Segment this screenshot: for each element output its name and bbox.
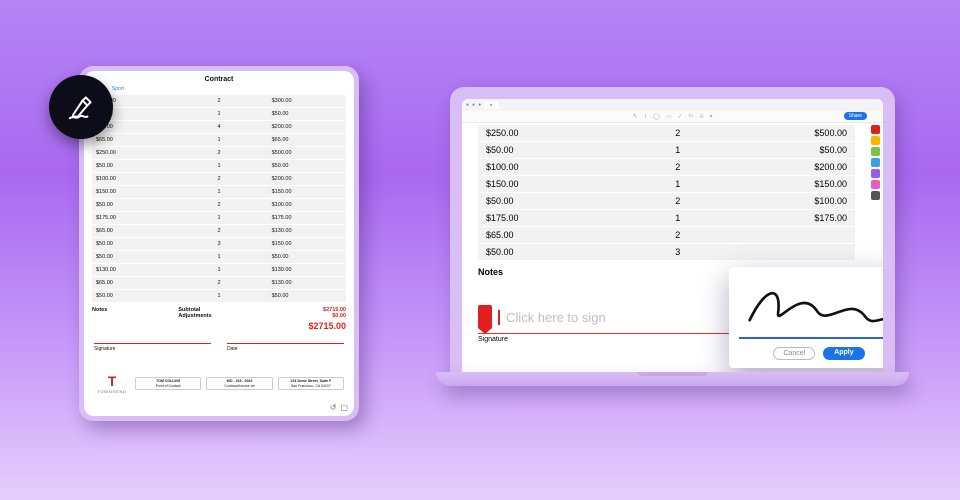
tool-icon[interactable]: A	[699, 114, 703, 120]
table-row: $50.001$50.00	[92, 251, 346, 263]
color-swatch[interactable]	[871, 191, 880, 200]
table-row: $50.003$150.00	[92, 238, 346, 250]
brand-logo: T TOWNSEND	[94, 373, 130, 394]
browser-tab-bar: ●●● ▸	[462, 99, 883, 111]
adjustments-value: $0.00	[332, 313, 346, 319]
contact-chip: TOM COLLINSPoint of Contact	[135, 377, 201, 390]
color-swatch[interactable]	[871, 180, 880, 189]
table-row: $100.002$200.00	[478, 159, 855, 175]
adjustments-label: Adjustments	[178, 313, 211, 319]
table-row: $65.002$130.00	[92, 277, 346, 289]
color-swatch[interactable]	[871, 136, 880, 145]
tool-icon[interactable]: T	[644, 114, 648, 120]
pdf-toolbar: ✎ T ◯ ▭ ✓ ⎌ A ▾	[462, 111, 883, 123]
table-row: $175.001$175.00	[92, 212, 346, 224]
tool-icon[interactable]: ▭	[666, 113, 672, 120]
table-row: $150.001$150.00	[92, 186, 346, 198]
browser-tab[interactable]: ▸	[484, 101, 499, 109]
tab-sport[interactable]: Sport	[112, 86, 124, 92]
share-button[interactable]: Share	[844, 112, 867, 120]
table-row: $130.001$130.00	[92, 264, 346, 276]
line-items-table: $150.002$300.00$50.001$50.00$50.004$200.…	[84, 95, 354, 302]
signature-feature-badge	[49, 75, 113, 139]
document-icon[interactable]: ▢	[340, 403, 348, 412]
color-swatch[interactable]	[871, 147, 880, 156]
table-row: $100.002$200.00	[92, 173, 346, 185]
tablet-device: ‹ Contract Home Sport $150.002$300.00$50…	[79, 66, 359, 421]
pen-signature-icon	[65, 91, 97, 123]
signature-canvas[interactable]	[739, 275, 883, 339]
history-icon[interactable]: ↺	[330, 403, 337, 412]
table-row: $150.002$300.00	[92, 95, 346, 107]
date-label: Date	[227, 346, 344, 352]
table-row: $50.001$50.00	[478, 142, 855, 158]
color-palette	[869, 125, 881, 200]
adobe-sign-badge-icon	[478, 305, 492, 329]
table-row: $50.002$100.00	[92, 199, 346, 211]
table-row: $175.001$175.00	[478, 210, 855, 226]
table-row: $65.002	[478, 227, 855, 243]
tablet-tabs: Home Sport	[84, 85, 354, 95]
table-row: $65.001$65.00	[92, 134, 346, 146]
apply-button[interactable]: Apply	[823, 347, 864, 360]
total-value: $2715.00	[84, 319, 354, 337]
color-swatch[interactable]	[871, 158, 880, 167]
signature-label: Signature	[94, 346, 211, 352]
table-row: $250.002$500.00	[92, 147, 346, 159]
sign-here-field[interactable]: Click here to sign	[498, 310, 606, 325]
address-chip: 123 Some Street, Suite FSan Francisco, C…	[278, 377, 344, 390]
signature-popup: Cancel Apply	[729, 267, 883, 368]
tool-icon[interactable]: ▾	[709, 113, 712, 120]
table-row: $50.004$200.00	[92, 121, 346, 133]
laptop-screen: ●●● ▸ ✎ T ◯ ▭ ✓ ⎌ A ▾ Share $250.002$500…	[462, 99, 883, 372]
cancel-button[interactable]: Cancel	[773, 347, 815, 360]
table-row: $50.001$50.00	[92, 108, 346, 120]
laptop-base	[436, 372, 909, 386]
color-swatch[interactable]	[871, 125, 880, 134]
page-title: Contract	[205, 76, 234, 83]
tool-icon[interactable]: ✓	[678, 113, 683, 120]
tool-icon[interactable]: ⎌	[689, 113, 694, 120]
notes-label: Notes	[92, 307, 178, 319]
table-row: $50.001$50.00	[92, 160, 346, 172]
color-swatch[interactable]	[871, 169, 880, 178]
laptop-device: ●●● ▸ ✎ T ◯ ▭ ✓ ⎌ A ▾ Share $250.002$500…	[450, 87, 895, 386]
table-row: $65.002$130.00	[92, 225, 346, 237]
tool-icon[interactable]: ◯	[653, 113, 660, 120]
table-row: $250.002$500.00	[478, 125, 855, 141]
table-row: $50.001$50.00	[92, 290, 346, 302]
tablet-screen: ‹ Contract Home Sport $150.002$300.00$50…	[84, 71, 354, 416]
table-row: $150.001$150.00	[478, 176, 855, 192]
tool-icon[interactable]: ✎	[633, 113, 638, 120]
table-row: $50.003	[478, 244, 855, 260]
table-row: $50.002$100.00	[478, 193, 855, 209]
line-items-table: $250.002$500.00$50.001$50.00$100.002$200…	[462, 123, 883, 260]
ref-chip: WD - 218 - 2023Contract/Invoice ref	[206, 377, 272, 390]
